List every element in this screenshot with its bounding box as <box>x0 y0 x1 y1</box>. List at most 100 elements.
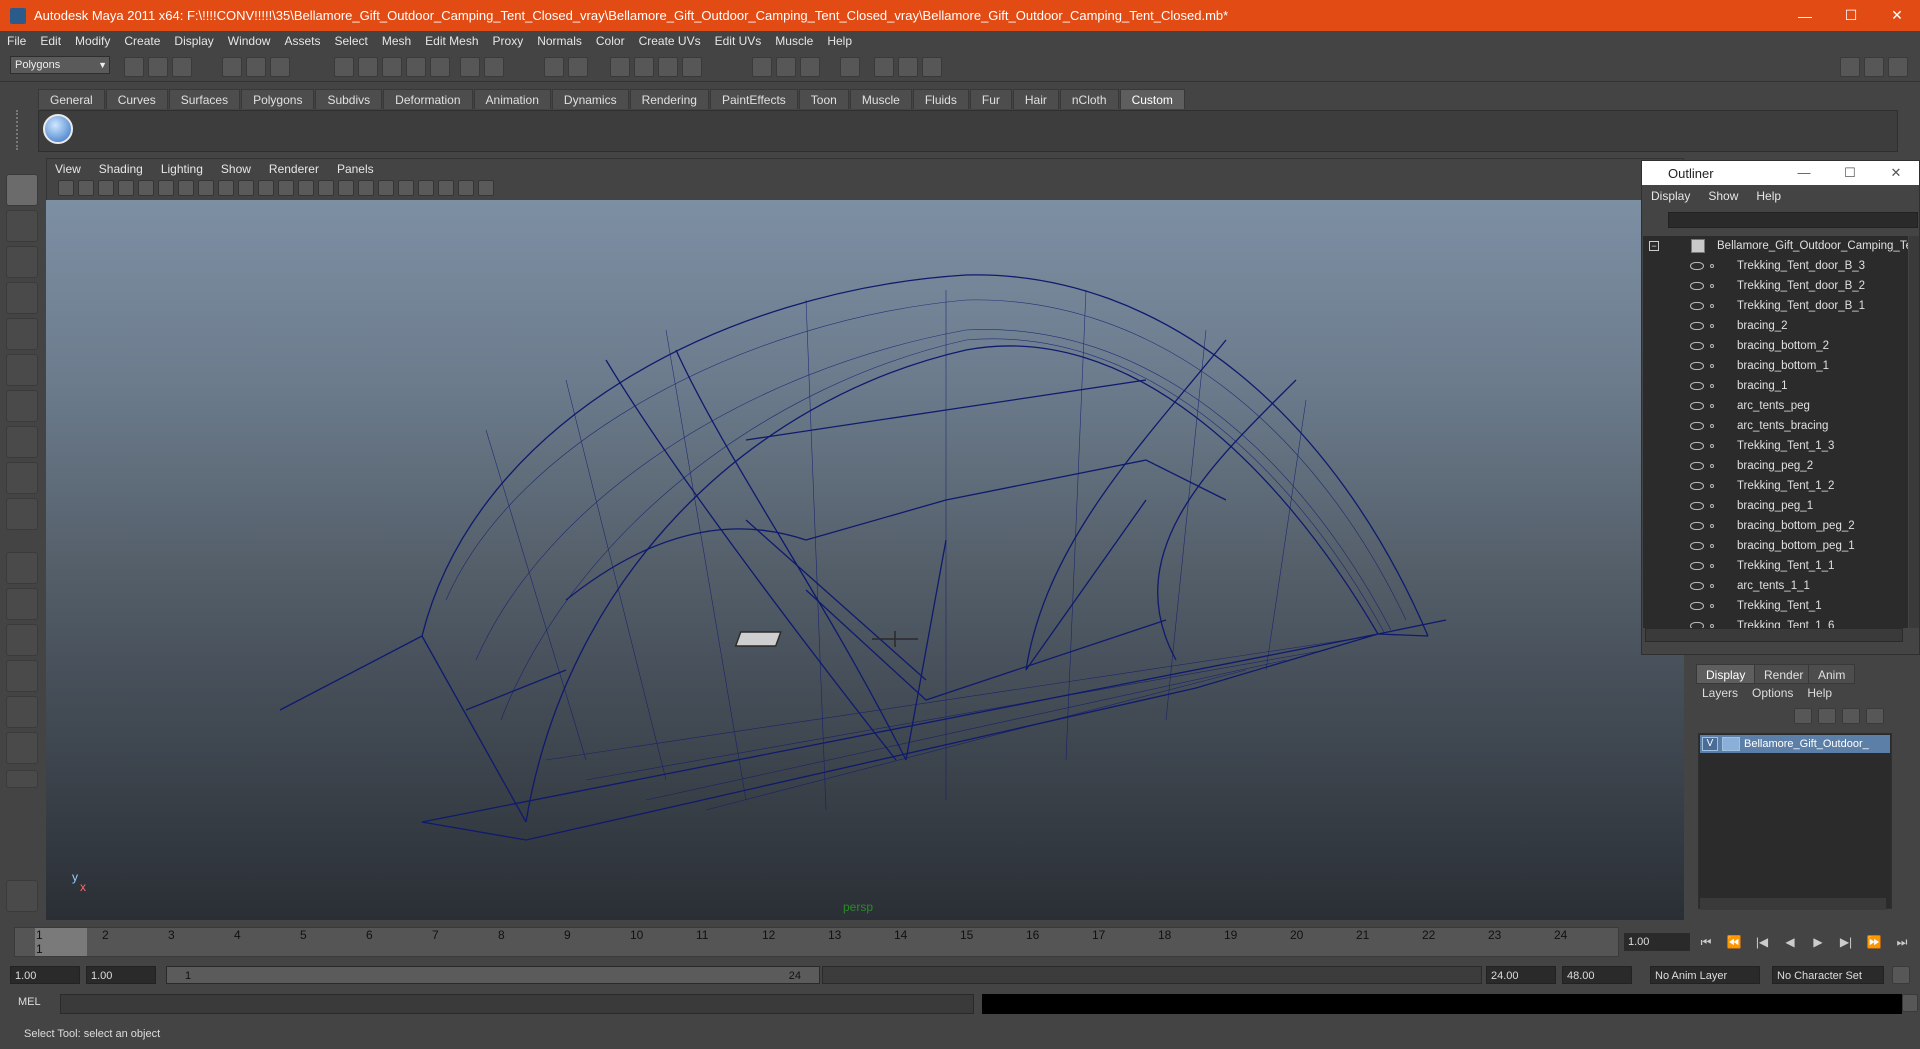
select-tool-icon[interactable] <box>6 174 38 206</box>
shelf-tab-general[interactable]: General <box>38 89 105 109</box>
field-chart-icon[interactable] <box>218 180 234 196</box>
construction-history-icon[interactable] <box>610 57 630 77</box>
shelf-tab-rendering[interactable]: Rendering <box>629 89 709 109</box>
lock-icon[interactable] <box>544 57 564 77</box>
menu-normals[interactable]: Normals <box>530 34 589 48</box>
viewport-menu-lighting[interactable]: Lighting <box>152 160 212 178</box>
shelf-tab-painteffects[interactable]: PaintEffects <box>709 89 798 109</box>
menu-window[interactable]: Window <box>221 34 278 48</box>
menu-mesh[interactable]: Mesh <box>375 34 418 48</box>
smooth-shading-icon[interactable] <box>298 180 314 196</box>
move-tool-icon[interactable] <box>6 282 38 314</box>
layer-row[interactable]: V Bellamore_Gift_Outdoor_ <box>1700 735 1890 753</box>
outliner-item[interactable]: bracing_bottom_peg_1 <box>1643 536 1908 556</box>
open-scene-icon[interactable] <box>148 57 168 77</box>
layer-menu-options[interactable]: Options <box>1745 686 1800 700</box>
help-icon[interactable] <box>484 57 504 77</box>
outliner-root-item[interactable]: − Bellamore_Gift_Outdoor_Camping_Tent <box>1643 236 1908 256</box>
menu-muscle[interactable]: Muscle <box>768 34 820 48</box>
outliner-item[interactable]: Trekking_Tent_door_B_2 <box>1643 276 1908 296</box>
scale-tool-icon[interactable] <box>6 354 38 386</box>
single-perspective-layout-icon[interactable] <box>6 552 38 584</box>
shelf-tab-muscle[interactable]: Muscle <box>849 89 912 109</box>
outliner-item[interactable]: Trekking_Tent_1 <box>1643 596 1908 616</box>
show-manipulator-tool-icon[interactable] <box>6 462 38 494</box>
all-lights-icon[interactable] <box>378 180 394 196</box>
menu-display[interactable]: Display <box>167 34 220 48</box>
camera-attributes-icon[interactable] <box>78 180 94 196</box>
animation-end-field[interactable]: 48.00 <box>1562 966 1632 984</box>
default-light-icon[interactable] <box>358 180 374 196</box>
move-layer-down-icon[interactable] <box>1818 708 1836 724</box>
menu-proxy[interactable]: Proxy <box>486 34 531 48</box>
shelf-tab-custom[interactable]: Custom <box>1119 89 1185 109</box>
viewport-menu-show[interactable]: Show <box>212 160 260 178</box>
outliner-item[interactable]: Trekking_Tent_1_2 <box>1643 476 1908 496</box>
film-gate-icon[interactable] <box>158 180 174 196</box>
character-set-selector[interactable]: No Character Set <box>1772 966 1884 984</box>
step-back-key-icon[interactable]: |◀ <box>1751 933 1773 951</box>
menu-file[interactable]: File <box>0 34 33 48</box>
minimize-button[interactable]: — <box>1782 0 1828 31</box>
time-slider[interactable]: 1 1 2 3 4 5 6 7 8 9 10 11 12 13 14 15 16… <box>14 927 1619 957</box>
selection-mask-icon[interactable] <box>568 57 588 77</box>
layer-menu-help[interactable]: Help <box>1800 686 1839 700</box>
outliner-item[interactable]: Trekking_Tent_1_6 <box>1643 616 1908 628</box>
shelf-tab-ncloth[interactable]: nCloth <box>1059 89 1119 109</box>
outliner-item[interactable]: bracing_bottom_peg_2 <box>1643 516 1908 536</box>
outliner-item[interactable]: Trekking_Tent_1_1 <box>1643 556 1908 576</box>
grid-toggle-icon[interactable] <box>138 180 154 196</box>
menu-help[interactable]: Help <box>820 34 859 48</box>
select-by-object-icon[interactable] <box>246 57 266 77</box>
play-forwards-icon[interactable]: ▶ <box>1807 933 1829 951</box>
render-current-icon[interactable] <box>634 57 654 77</box>
outliner-menu-show[interactable]: Show <box>1699 189 1747 207</box>
make-live-icon[interactable] <box>430 57 450 77</box>
shelf-tab-dynamics[interactable]: Dynamics <box>551 89 629 109</box>
show-attribute-editor-icon[interactable] <box>1840 57 1860 77</box>
outliner-horizontal-scrollbar[interactable] <box>1645 628 1903 642</box>
xray-icon[interactable] <box>438 180 454 196</box>
menu-create[interactable]: Create <box>117 34 167 48</box>
move-layer-up-icon[interactable] <box>1794 708 1812 724</box>
channel-box-icon[interactable] <box>840 57 860 77</box>
shelf-tab-polygons[interactable]: Polygons <box>241 89 315 109</box>
anim-layer-selector[interactable]: No Anim Layer <box>1650 966 1760 984</box>
mode-selector[interactable]: Polygons ▼ <box>10 56 110 74</box>
menu-color[interactable]: Color <box>589 34 632 48</box>
shadows-icon[interactable] <box>398 180 414 196</box>
snap-view-plane-icon[interactable] <box>406 57 426 77</box>
new-scene-icon[interactable] <box>124 57 144 77</box>
snap-curve-icon[interactable] <box>358 57 378 77</box>
menu-select[interactable]: Select <box>327 34 374 48</box>
outliner-minimize-button[interactable]: — <box>1781 165 1827 181</box>
outliner-item[interactable]: Trekking_Tent_door_B_3 <box>1643 256 1908 276</box>
xray-joints-icon[interactable] <box>458 180 474 196</box>
go-to-end-icon[interactable]: ⏭ <box>1891 933 1913 951</box>
shelf-tab-toon[interactable]: Toon <box>798 89 849 109</box>
bookmark-icon[interactable] <box>98 180 114 196</box>
outliner-item[interactable]: bracing_1 <box>1643 376 1908 396</box>
playback-start-field[interactable]: 1.00 <box>86 966 156 984</box>
shelf-tab-surfaces[interactable]: Surfaces <box>168 89 241 109</box>
play-backwards-icon[interactable]: ◀ <box>1779 933 1801 951</box>
lasso-tool-icon[interactable] <box>6 210 38 242</box>
wireframe-on-shaded-icon[interactable] <box>318 180 334 196</box>
save-scene-icon[interactable] <box>172 57 192 77</box>
new-layer-icon[interactable] <box>1842 708 1860 724</box>
select-by-hierarchy-icon[interactable] <box>222 57 242 77</box>
checkmark-shelf-icon[interactable] <box>43 114 73 144</box>
manipulator-tool-icon[interactable] <box>6 390 38 422</box>
close-button[interactable]: ✕ <box>1874 0 1920 31</box>
last-tool-icon[interactable] <box>6 498 38 530</box>
viewport-menu-panels[interactable]: Panels <box>328 160 383 178</box>
show-channel-box-icon[interactable] <box>1888 57 1908 77</box>
outliner-item[interactable]: arc_tents_bracing <box>1643 416 1908 436</box>
layer-color-swatch[interactable] <box>1722 737 1740 751</box>
outliner-item[interactable]: bracing_peg_2 <box>1643 456 1908 476</box>
rotate-tool-icon[interactable] <box>6 318 38 350</box>
shelf-tab-fur[interactable]: Fur <box>969 89 1012 109</box>
image-plane-icon[interactable] <box>118 180 134 196</box>
frame-all-icon[interactable] <box>478 180 494 196</box>
shelf-tab-fluids[interactable]: Fluids <box>912 89 969 109</box>
